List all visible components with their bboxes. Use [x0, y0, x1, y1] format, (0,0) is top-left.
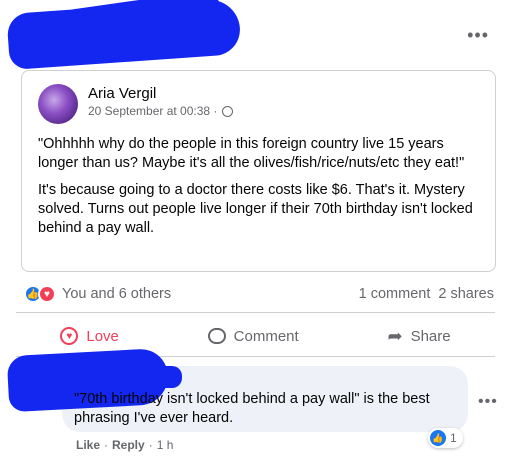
post-card: ••• Aria Vergil 20 September at 00:38 · … [0, 0, 511, 459]
redacted-commenter-name [62, 366, 182, 388]
comment-like-link[interactable]: Like [76, 438, 100, 452]
comment-button[interactable]: Comment [207, 327, 299, 345]
like-reaction-icon: 👍 [430, 430, 446, 446]
comment-text: "70th birthday isn't locked behind a pay… [74, 391, 430, 426]
shared-post[interactable]: Aria Vergil 20 September at 00:38 · "Ohh… [21, 70, 496, 272]
reaction-icons[interactable]: 👍 ♥ [24, 285, 56, 303]
comment-time[interactable]: 1 h [157, 438, 174, 452]
comment-reaction-count: 1 [450, 431, 457, 445]
comment-more-icon[interactable]: ••• [478, 393, 498, 411]
comment-reactions[interactable]: 👍 1 [428, 428, 463, 448]
author-name[interactable]: Aria Vergil [88, 85, 156, 102]
engagement-counts: 1 comment 2 shares [359, 286, 494, 302]
post-body: "Ohhhhh why do the people in this foreig… [38, 135, 488, 246]
globe-icon [222, 105, 234, 117]
share-button[interactable]: ➦ Share [387, 326, 450, 347]
comment-icon [207, 328, 226, 344]
reactions-text[interactable]: You and 6 others [62, 286, 171, 302]
reactions-summary: 👍 ♥ You and 6 others 1 comment 2 shares [24, 283, 494, 305]
post-paragraph: It's because going to a doctor there cos… [38, 182, 473, 236]
love-reaction-icon: ♥ [38, 285, 56, 303]
divider [16, 312, 495, 313]
action-bar: ♥ Love Comment ➦ Share [16, 318, 495, 354]
comments-count[interactable]: 1 comment [359, 286, 431, 302]
love-label: Love [86, 327, 119, 345]
separator: · [104, 438, 109, 452]
love-icon: ♥ [60, 327, 79, 345]
share-label: Share [410, 327, 451, 345]
post-more-icon[interactable]: ••• [467, 26, 489, 44]
post-meta: 20 September at 00:38 · [88, 104, 234, 118]
separator: · [148, 438, 153, 452]
post-paragraph: "Ohhhhh why do the people in this foreig… [38, 136, 465, 171]
love-button[interactable]: ♥ Love [60, 327, 119, 345]
share-icon: ➦ [387, 325, 403, 346]
avatar[interactable] [38, 84, 78, 124]
comment-actions: Like · Reply · 1 h [76, 438, 173, 452]
comment-reply-link[interactable]: Reply [112, 438, 145, 452]
comment-label: Comment [233, 327, 299, 345]
post-date[interactable]: 20 September at 00:38 · [88, 104, 217, 118]
shares-count[interactable]: 2 shares [438, 286, 494, 302]
